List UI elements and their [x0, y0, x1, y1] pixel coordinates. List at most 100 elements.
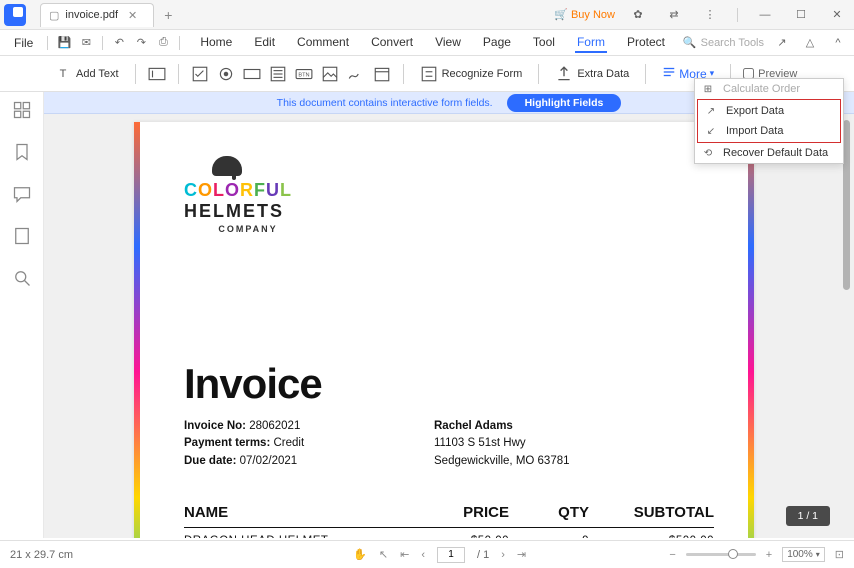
buy-now-link[interactable]: 🛒 Buy Now — [554, 8, 615, 21]
export-data-item[interactable]: ↗ Export Data — [698, 101, 840, 121]
button-form-icon[interactable]: BTN — [295, 65, 313, 83]
checkbox-form-icon[interactable] — [191, 65, 209, 83]
combo-form-icon[interactable] — [243, 65, 261, 83]
mail-icon[interactable]: ✉ — [76, 33, 96, 53]
collapse-ribbon-icon[interactable]: ^ — [828, 33, 848, 53]
extra-data-button[interactable]: Extra Data — [551, 62, 633, 86]
save-icon[interactable]: 💾 — [54, 33, 74, 53]
svg-text:BTN: BTN — [298, 72, 309, 78]
first-page-icon[interactable]: ⇤ — [400, 548, 409, 561]
image-form-icon[interactable] — [321, 65, 339, 83]
maximize-button[interactable]: ☐ — [788, 5, 814, 25]
export-icon: ↗ — [704, 104, 718, 118]
document-tab[interactable]: ▢ invoice.pdf ✕ — [40, 3, 154, 27]
table-row: DRAGON HEAD HELMET $50.00 9 $500.00 — [184, 528, 714, 538]
print-icon[interactable]: ⎙ — [153, 33, 173, 53]
prev-page-icon[interactable]: ‹ — [421, 549, 425, 561]
thumbnails-icon[interactable] — [12, 100, 32, 120]
more-dropdown-menu: ⊞ Calculate Order ↗ Export Data ↙ Import… — [694, 78, 844, 164]
undo-icon[interactable]: ↶ — [109, 33, 129, 53]
scrollbar-thumb[interactable] — [843, 120, 850, 290]
last-page-icon[interactable]: ⇥ — [517, 548, 526, 561]
search-icon: 🔍 — [683, 36, 697, 49]
page-total: / 1 — [477, 549, 489, 561]
tab-view[interactable]: View — [433, 33, 463, 53]
tab-strip: ▢ invoice.pdf ✕ + — [40, 3, 172, 27]
list-form-icon[interactable] — [269, 65, 287, 83]
comments-icon[interactable] — [12, 184, 32, 204]
signature-form-icon[interactable] — [347, 65, 365, 83]
logo-colorful: COLORFUL — [184, 180, 312, 201]
helmet-icon — [212, 156, 242, 176]
file-menu[interactable]: File — [6, 33, 41, 53]
textfield-form-icon[interactable] — [148, 65, 166, 83]
recognize-icon — [420, 65, 438, 83]
select-tool-icon[interactable]: ↖ — [379, 548, 388, 561]
tab-home[interactable]: Home — [198, 33, 234, 53]
import-data-item[interactable]: ↙ Import Data — [698, 121, 840, 141]
zoom-in-icon[interactable]: + — [766, 549, 772, 561]
attachments-icon[interactable] — [12, 226, 32, 246]
close-window-button[interactable]: ✕ — [824, 5, 850, 25]
status-bar: 21 x 29.7 cm ✋ ↖ ⇤ ‹ / 1 › ⇥ − + 100% ▾ … — [0, 540, 854, 568]
app-logo — [0, 0, 30, 30]
recover-icon: ⟲ — [701, 146, 715, 160]
import-icon: ↙ — [704, 124, 718, 138]
pdf-icon: ▢ — [49, 9, 59, 22]
page-number-input[interactable] — [437, 547, 465, 563]
title-bar: ▢ invoice.pdf ✕ + 🛒 Buy Now ✿ ⇄ ⋮ — ☐ ✕ — [0, 0, 854, 30]
tab-page[interactable]: Page — [481, 33, 513, 53]
menu-bar: File 💾 ✉ ↶ ↷ ⎙ Home Edit Comment Convert… — [0, 30, 854, 56]
search-panel-icon[interactable] — [12, 268, 32, 288]
open-external-icon[interactable]: ↗ — [772, 33, 792, 53]
text-icon: T — [54, 65, 72, 83]
add-text-button[interactable]: T Add Text — [50, 62, 123, 86]
tab-title: invoice.pdf — [65, 9, 118, 21]
next-page-icon[interactable]: › — [501, 549, 505, 561]
recover-default-item[interactable]: ⟲ Recover Default Data — [695, 143, 843, 163]
redo-icon[interactable]: ↷ — [131, 33, 151, 53]
cart-icon: 🛒 — [554, 8, 568, 21]
invoice-table: NAME PRICE QTY SUBTOTAL DRAGON HEAD HELM… — [184, 504, 714, 538]
search-tools[interactable]: 🔍 Search Tools — [683, 36, 764, 49]
logo-company: COMPANY — [184, 224, 312, 234]
calc-icon: ⊞ — [701, 82, 715, 96]
left-sidebar — [0, 92, 44, 538]
highlighted-items: ↗ Export Data ↙ Import Data — [697, 99, 841, 143]
close-tab-icon[interactable]: ✕ — [128, 9, 137, 22]
highlight-fields-button[interactable]: Highlight Fields — [507, 94, 622, 112]
hand-tool-icon[interactable]: ✋ — [353, 548, 367, 561]
gift-icon[interactable]: ✿ — [625, 5, 651, 25]
zoom-out-icon[interactable]: − — [669, 549, 675, 561]
tab-edit[interactable]: Edit — [252, 33, 277, 53]
tab-tool[interactable]: Tool — [531, 33, 557, 53]
zoom-slider[interactable] — [686, 553, 756, 556]
vertical-scrollbar[interactable] — [843, 120, 851, 530]
upload-icon — [555, 65, 573, 83]
table-header: NAME PRICE QTY SUBTOTAL — [184, 504, 714, 528]
calculate-order-item: ⊞ Calculate Order — [695, 79, 843, 99]
radio-form-icon[interactable] — [217, 65, 235, 83]
cloud-icon[interactable]: △ — [800, 33, 820, 53]
chevron-down-icon: ▾ — [816, 550, 820, 559]
page-dimensions: 21 x 29.7 cm — [10, 549, 210, 561]
share-icon[interactable]: ⇄ — [661, 5, 687, 25]
tab-convert[interactable]: Convert — [369, 33, 415, 53]
banner-text: This document contains interactive form … — [277, 97, 493, 109]
fit-page-icon[interactable]: ⊡ — [835, 548, 844, 561]
menu-dots-icon[interactable]: ⋮ — [697, 5, 723, 25]
zoom-slider-thumb[interactable] — [728, 549, 738, 559]
date-form-icon[interactable] — [373, 65, 391, 83]
tab-form[interactable]: Form — [575, 33, 607, 53]
recognize-form-button[interactable]: Recognize Form — [416, 62, 527, 86]
menu-tabs: Home Edit Comment Convert View Page Tool… — [198, 33, 667, 53]
invoice-meta-left: Invoice No: 28062021 Payment terms: Cred… — [184, 418, 304, 470]
bookmarks-icon[interactable] — [12, 142, 32, 162]
company-logo: COLORFUL HELMETS COMPANY — [184, 156, 312, 234]
new-tab-button[interactable]: + — [164, 7, 172, 23]
zoom-dropdown[interactable]: 100% ▾ — [782, 547, 825, 562]
tab-comment[interactable]: Comment — [295, 33, 351, 53]
pdf-page: COLORFUL HELMETS COMPANY Invoice Invoice… — [134, 122, 754, 538]
minimize-button[interactable]: — — [752, 5, 778, 25]
tab-protect[interactable]: Protect — [625, 33, 667, 53]
